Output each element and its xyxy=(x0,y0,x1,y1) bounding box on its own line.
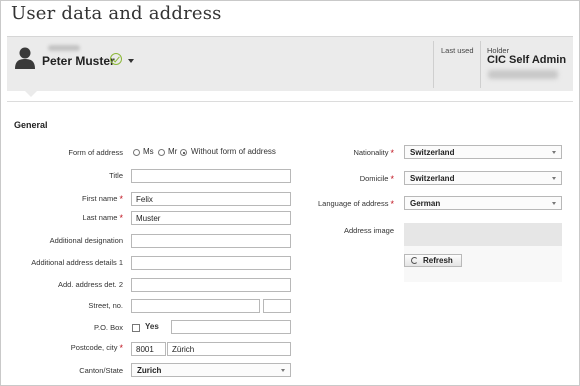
user-header-bar: Peter Muster Last used Holder CIC Self A… xyxy=(7,36,573,91)
title-label: Title xyxy=(109,171,123,180)
chevron-down-icon xyxy=(552,177,556,180)
street-no-label: Street, no. xyxy=(88,301,123,310)
canton-state-label: Canton/State xyxy=(79,366,123,375)
verified-check-icon xyxy=(110,53,122,65)
radio-mr[interactable] xyxy=(158,149,165,156)
domicile-value: Switzerland xyxy=(410,174,455,183)
user-name[interactable]: Peter Muster xyxy=(42,54,115,68)
first-name-label-text: First name xyxy=(82,194,118,203)
domicile-label-text: Domicile xyxy=(359,174,389,183)
radio-ms-label[interactable]: Ms xyxy=(143,147,154,156)
language-of-address-label-text: Language of address xyxy=(318,199,389,208)
section-title-general: General xyxy=(14,120,48,130)
language-of-address-select[interactable]: German xyxy=(404,196,562,210)
title-input[interactable] xyxy=(131,169,291,183)
last-used-label: Last used xyxy=(441,46,474,55)
street-number-input[interactable] xyxy=(263,299,291,313)
user-id-redacted xyxy=(48,45,80,51)
canton-state-select[interactable]: Zurich xyxy=(131,363,291,377)
nationality-select[interactable]: Switzerland xyxy=(404,145,562,159)
street-input[interactable] xyxy=(131,299,260,313)
header-divider xyxy=(433,41,434,88)
header-pointer xyxy=(24,90,38,97)
additional-designation-label: Additional designation xyxy=(49,236,123,245)
po-box-checkbox[interactable] xyxy=(132,324,140,332)
form-of-address-label: Form of address xyxy=(68,148,123,157)
chevron-down-icon xyxy=(552,151,556,154)
language-of-address-value: German xyxy=(410,199,441,208)
additional-address-details-1-input[interactable] xyxy=(131,256,291,270)
page-title: User data and address xyxy=(11,3,222,24)
radio-without-form-of-address-label[interactable]: Without form of address xyxy=(191,147,276,156)
add-address-det-2-label: Add. address det. 2 xyxy=(57,280,123,289)
city-input[interactable] xyxy=(167,342,291,356)
user-menu-chevron-down-icon[interactable] xyxy=(128,59,134,63)
first-name-input[interactable] xyxy=(131,192,291,206)
last-name-input[interactable] xyxy=(131,211,291,225)
postcode-city-label: Postcode, city * xyxy=(71,343,123,353)
radio-mr-label[interactable]: Mr xyxy=(168,147,177,156)
required-star: * xyxy=(119,194,123,204)
domicile-label: Domicile * xyxy=(360,174,394,184)
po-box-label: P.O. Box xyxy=(93,323,123,332)
refresh-icon xyxy=(411,257,418,264)
chevron-down-icon xyxy=(281,369,285,372)
holder-name: CIC Self Admin xyxy=(487,54,567,66)
canton-state-value: Zurich xyxy=(137,366,162,375)
refresh-button[interactable]: Refresh xyxy=(404,254,462,267)
chevron-down-icon xyxy=(552,202,556,205)
required-star: * xyxy=(119,343,123,353)
holder-id-redacted xyxy=(488,70,558,79)
postcode-input[interactable] xyxy=(131,342,166,356)
additional-designation-input[interactable] xyxy=(131,234,291,248)
refresh-button-label: Refresh xyxy=(423,256,453,265)
po-box-input[interactable] xyxy=(171,320,291,334)
nationality-label-text: Nationality xyxy=(353,148,389,157)
radio-without-form-of-address[interactable] xyxy=(180,149,187,156)
domicile-select[interactable]: Switzerland xyxy=(404,171,562,185)
section-divider xyxy=(7,101,573,102)
po-box-checkbox-label[interactable]: Yes xyxy=(145,322,159,331)
add-address-det-2-input[interactable] xyxy=(131,278,291,292)
header-divider xyxy=(480,41,481,88)
required-star: * xyxy=(119,213,123,223)
postcode-city-label-text: Postcode, city xyxy=(70,343,118,352)
address-image-preview xyxy=(404,223,562,246)
radio-ms[interactable] xyxy=(133,149,140,156)
required-star: * xyxy=(390,148,394,158)
first-name-label: First name * xyxy=(82,194,123,204)
additional-address-details-1-label: Additional address details 1 xyxy=(31,258,123,267)
last-name-label-text: Last name xyxy=(82,213,118,222)
nationality-value: Switzerland xyxy=(410,148,455,157)
required-star: * xyxy=(390,174,394,184)
user-avatar-icon xyxy=(15,47,35,69)
required-star: * xyxy=(390,199,394,209)
language-of-address-label: Language of address * xyxy=(318,199,394,209)
nationality-label: Nationality * xyxy=(353,148,394,158)
last-name-label: Last name * xyxy=(82,213,123,223)
address-image-label: Address image xyxy=(343,226,394,235)
